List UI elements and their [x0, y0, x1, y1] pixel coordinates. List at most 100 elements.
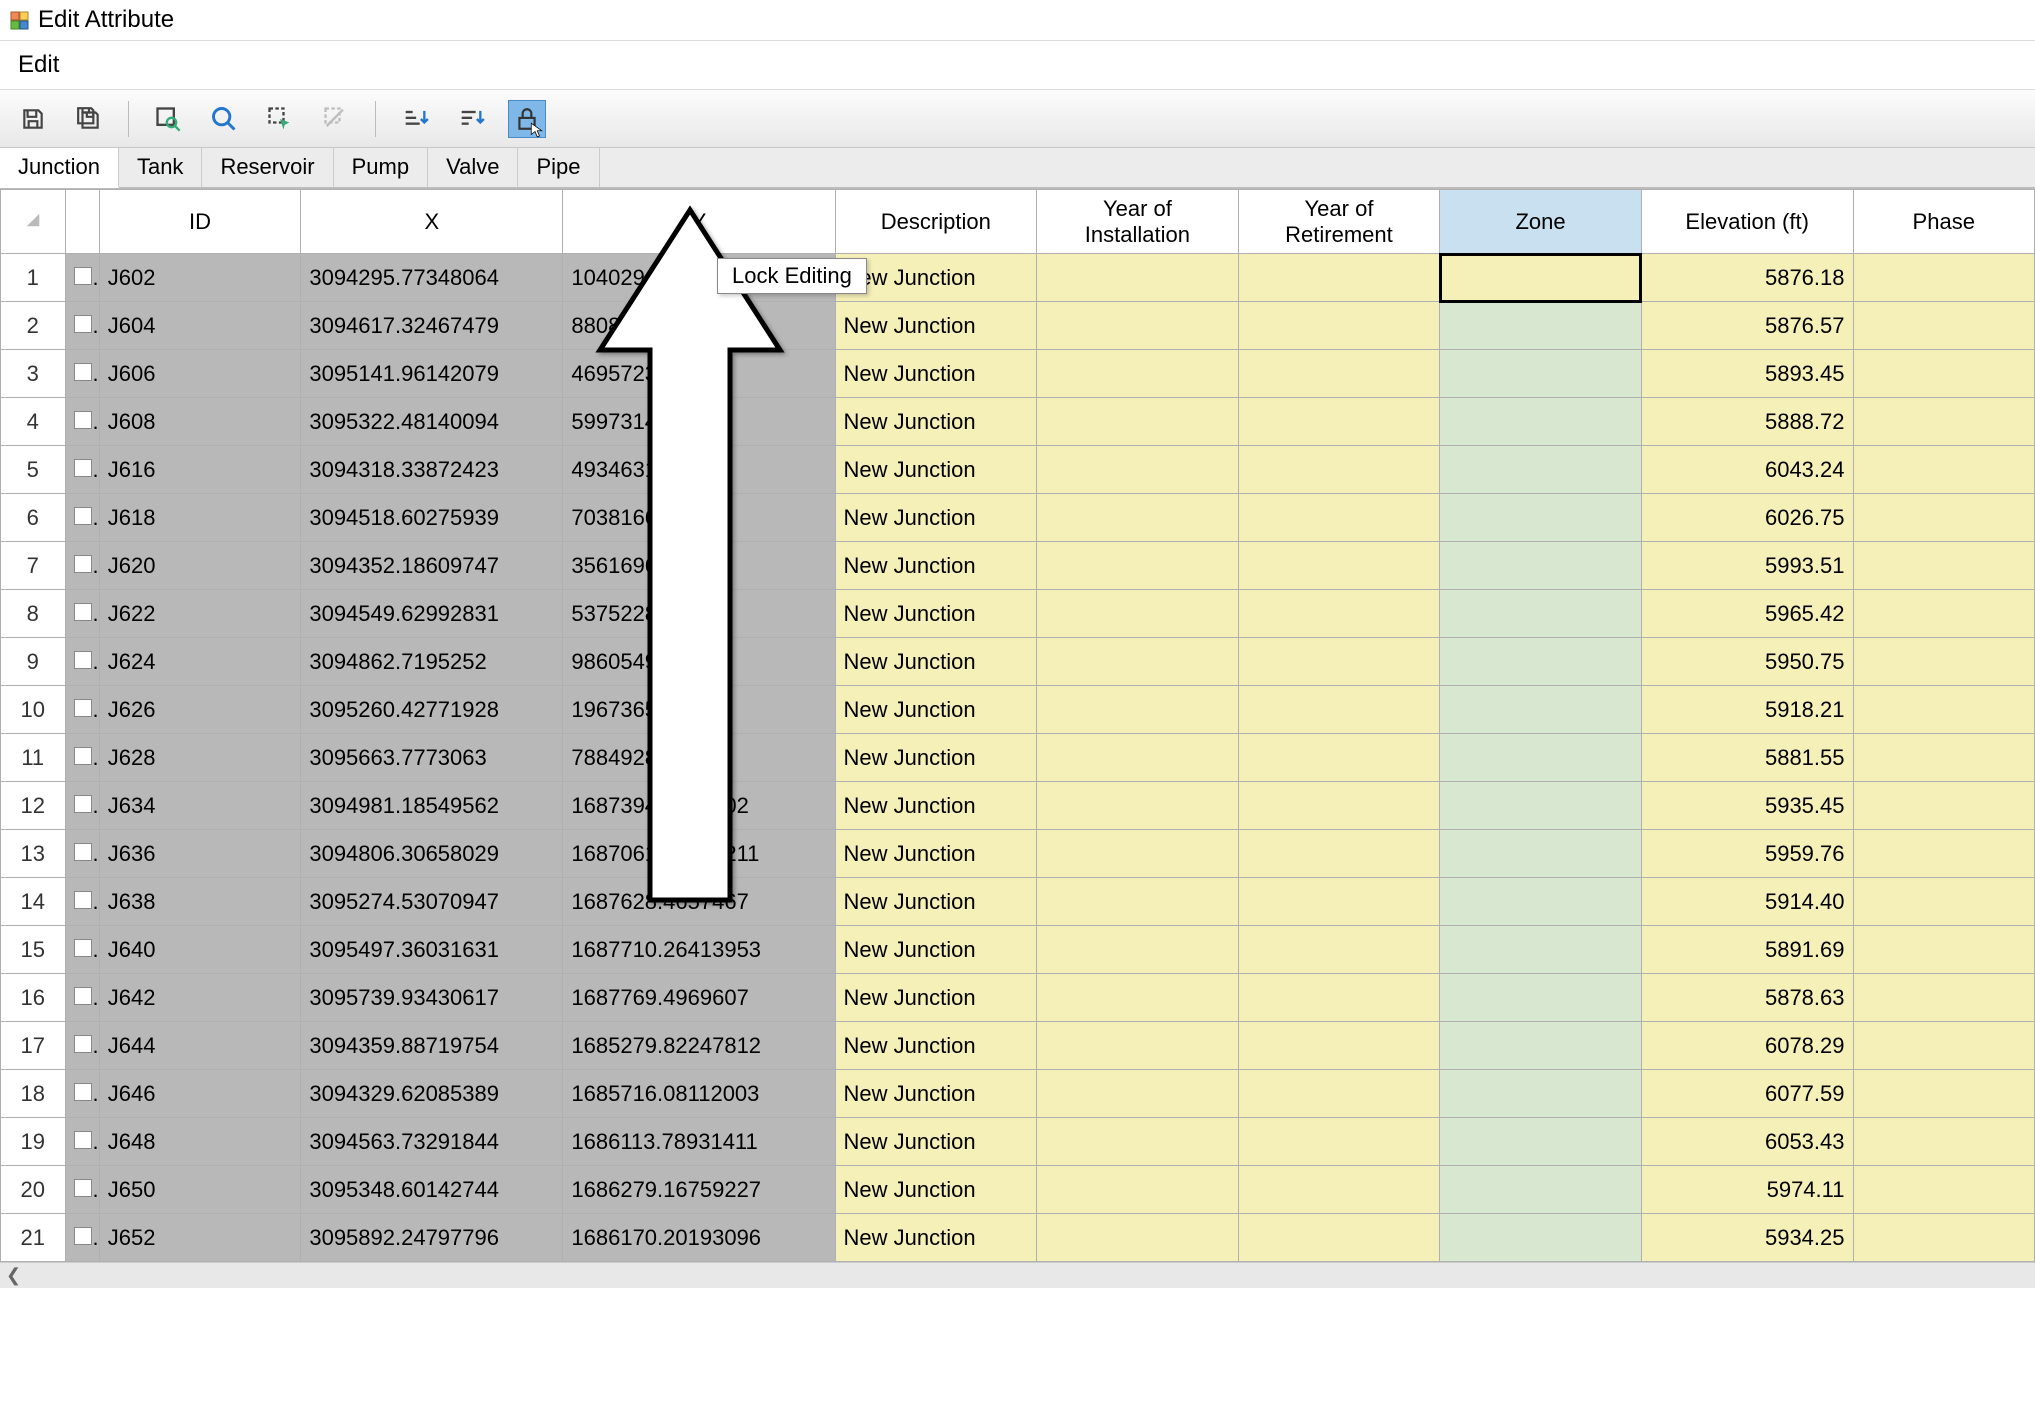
cell-id[interactable]: J620 [99, 542, 301, 590]
cell-x[interactable]: 3095739.93430617 [301, 974, 563, 1022]
cell-year-install[interactable] [1037, 1022, 1239, 1070]
cell-id[interactable]: J634 [99, 782, 301, 830]
cell-x[interactable]: 3095892.24797796 [301, 1214, 563, 1262]
cell-description[interactable]: New Junction [835, 398, 1037, 446]
cell-x[interactable]: 3095348.60142744 [301, 1166, 563, 1214]
cell-phase[interactable] [1853, 398, 2035, 446]
cell-x[interactable]: 3094295.77348064 [301, 254, 563, 302]
cell-x[interactable]: 3094549.62992831 [301, 590, 563, 638]
table-row[interactable]: 11 J628 3095663.7773063 78849287 New Jun… [1, 734, 2035, 782]
cell-year-install[interactable] [1037, 1118, 1239, 1166]
cell-zone[interactable] [1440, 1070, 1642, 1118]
cell-year-install[interactable] [1037, 1166, 1239, 1214]
cell-x[interactable]: 3095663.7773063 [301, 734, 563, 782]
cell-zone[interactable] [1440, 638, 1642, 686]
cell-year-install[interactable] [1037, 350, 1239, 398]
cell-year-retire[interactable] [1238, 638, 1440, 686]
checkbox-icon[interactable] [74, 651, 92, 669]
cell-y[interactable]: 1686113.78931411 [563, 1118, 835, 1166]
cell-phase[interactable] [1853, 1022, 2035, 1070]
cell-elevation[interactable]: 5974.11 [1641, 1166, 1853, 1214]
cell-x[interactable]: 3095497.36031631 [301, 926, 563, 974]
cell-y[interactable]: 1685279.82247812 [563, 1022, 835, 1070]
attribute-grid[interactable]: ID X Y Description Year of Installation … [0, 189, 2035, 1262]
cell-year-install[interactable] [1037, 542, 1239, 590]
cell-x[interactable]: 3094617.32467479 [301, 302, 563, 350]
scroll-left-icon[interactable]: ❮ [6, 1265, 21, 1286]
col-header-phase[interactable]: Phase [1853, 190, 2035, 254]
row-number[interactable]: 8 [1, 590, 66, 638]
cell-elevation[interactable]: 5959.76 [1641, 830, 1853, 878]
cell-phase[interactable] [1853, 1166, 2035, 1214]
cell-x[interactable]: 3095141.96142079 [301, 350, 563, 398]
checkbox-icon[interactable] [74, 1179, 92, 1197]
cell-x[interactable]: 3094329.62085389 [301, 1070, 563, 1118]
table-row[interactable]: 18 J646 3094329.62085389 1685716.0811200… [1, 1070, 2035, 1118]
row-number[interactable]: 21 [1, 1214, 66, 1262]
tab-tank[interactable]: Tank [119, 148, 202, 187]
cell-description[interactable]: New Junction [835, 1118, 1037, 1166]
table-row[interactable]: 9 J624 3094862.7195252 98605494 New Junc… [1, 638, 2035, 686]
cell-x[interactable]: 3094563.73291844 [301, 1118, 563, 1166]
tab-valve[interactable]: Valve [428, 148, 518, 187]
cell-elevation[interactable]: 5891.69 [1641, 926, 1853, 974]
cell-y[interactable]: 98605494 [563, 638, 835, 686]
cell-year-retire[interactable] [1238, 830, 1440, 878]
cell-zone[interactable] [1440, 830, 1642, 878]
table-row[interactable]: 16 J642 3095739.93430617 1687769.4969607… [1, 974, 2035, 1022]
checkbox-header[interactable] [65, 190, 99, 254]
cell-y[interactable]: 1687061.51970211 [563, 830, 835, 878]
cell-elevation[interactable]: 5914.40 [1641, 878, 1853, 926]
cell-elevation[interactable]: 5993.51 [1641, 542, 1853, 590]
cell-year-retire[interactable] [1238, 974, 1440, 1022]
cell-description[interactable]: New Junction [835, 782, 1037, 830]
cell-phase[interactable] [1853, 446, 2035, 494]
cell-description[interactable]: New Junction [835, 350, 1037, 398]
checkbox-icon[interactable] [74, 507, 92, 525]
cell-description[interactable]: New Junction [835, 1022, 1037, 1070]
cell-year-retire[interactable] [1238, 1070, 1440, 1118]
cell-x[interactable]: 3094318.33872423 [301, 446, 563, 494]
checkbox-icon[interactable] [74, 1131, 92, 1149]
table-row[interactable]: 6 J618 3094518.60275939 70381662 New Jun… [1, 494, 2035, 542]
cell-phase[interactable] [1853, 494, 2035, 542]
cell-phase[interactable] [1853, 686, 2035, 734]
cell-zone[interactable] [1440, 446, 1642, 494]
cell-elevation[interactable]: 5934.25 [1641, 1214, 1853, 1262]
cell-year-install[interactable] [1037, 398, 1239, 446]
cell-description[interactable]: New Junction [835, 1166, 1037, 1214]
cell-description[interactable]: New Junction [835, 1070, 1037, 1118]
cell-zone[interactable] [1440, 878, 1642, 926]
col-header-year-install[interactable]: Year of Installation [1037, 190, 1239, 254]
col-header-year-retire[interactable]: Year of Retirement [1238, 190, 1440, 254]
row-number[interactable]: 14 [1, 878, 66, 926]
cell-year-install[interactable] [1037, 734, 1239, 782]
cell-year-retire[interactable] [1238, 542, 1440, 590]
table-row[interactable]: 1 J602 3094295.77348064 104029 New Junct… [1, 254, 2035, 302]
cell-phase[interactable] [1853, 1214, 2035, 1262]
table-row[interactable]: 21 J652 3095892.24797796 1686170.2019309… [1, 1214, 2035, 1262]
cell-id[interactable]: J652 [99, 1214, 301, 1262]
cell-elevation[interactable]: 6043.24 [1641, 446, 1853, 494]
table-row[interactable]: 10 J626 3095260.42771928 19673653 New Ju… [1, 686, 2035, 734]
cell-description[interactable]: New Junction [835, 926, 1037, 974]
checkbox-icon[interactable] [74, 555, 92, 573]
save-all-button[interactable] [70, 100, 108, 138]
select-by-rect-button[interactable] [261, 100, 299, 138]
cell-id[interactable]: J646 [99, 1070, 301, 1118]
cell-zone[interactable] [1440, 302, 1642, 350]
row-number[interactable]: 12 [1, 782, 66, 830]
cell-x[interactable]: 3094518.60275939 [301, 494, 563, 542]
sort-asc-button[interactable] [396, 100, 434, 138]
cell-id[interactable]: J606 [99, 350, 301, 398]
cell-y[interactable]: 1687769.4969607 [563, 974, 835, 1022]
sort-desc-button[interactable] [452, 100, 490, 138]
row-checkbox[interactable] [65, 1166, 99, 1214]
row-checkbox[interactable] [65, 1214, 99, 1262]
cell-year-install[interactable] [1037, 1214, 1239, 1262]
cell-x[interactable]: 3094806.30658029 [301, 830, 563, 878]
table-row[interactable]: 2 J604 3094617.32467479 88087 New Juncti… [1, 302, 2035, 350]
cell-id[interactable]: J602 [99, 254, 301, 302]
row-number[interactable]: 3 [1, 350, 66, 398]
cell-elevation[interactable]: 5881.55 [1641, 734, 1853, 782]
